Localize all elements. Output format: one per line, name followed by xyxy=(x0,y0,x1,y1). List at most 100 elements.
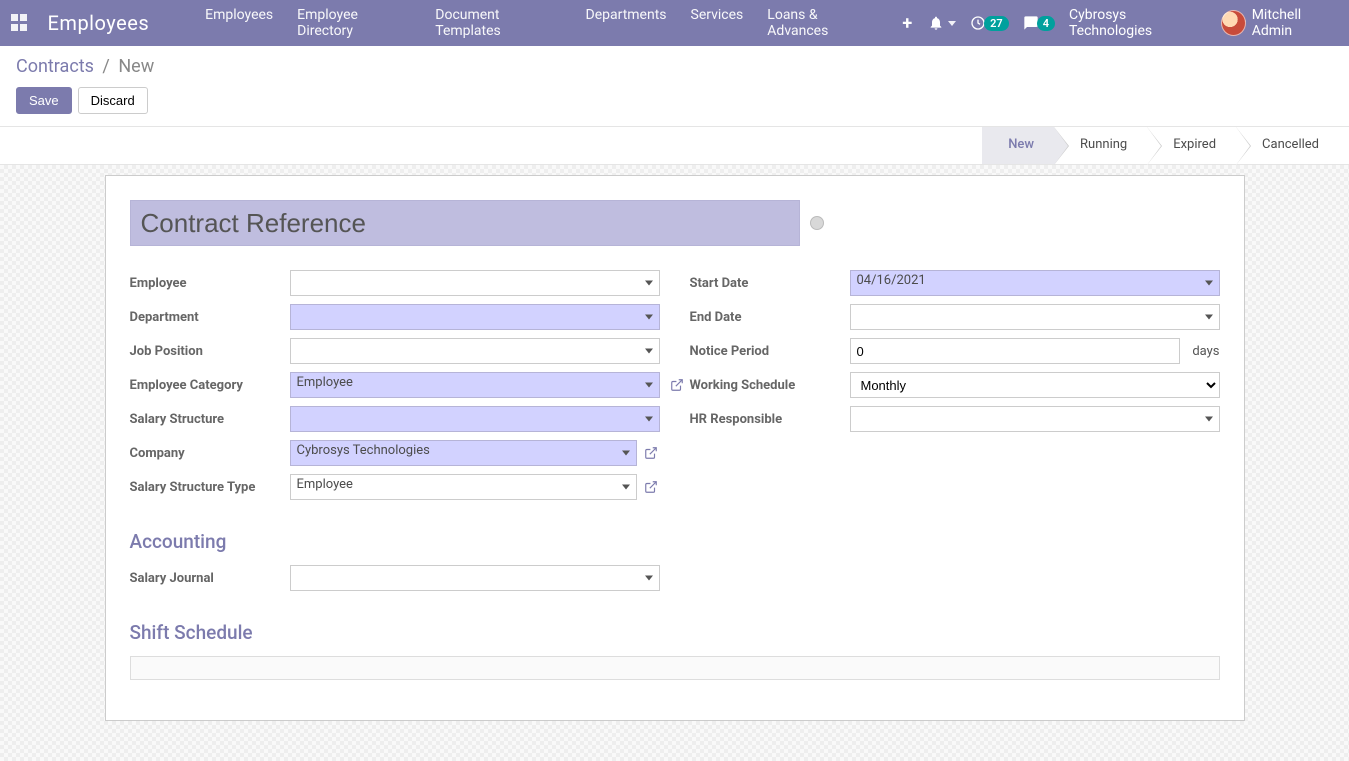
chevron-down-icon xyxy=(645,315,653,320)
field-working-schedule: Working Schedule Monthly xyxy=(690,372,1220,398)
end-date-label: End Date xyxy=(690,310,850,325)
salary-structure-type-value: Employee xyxy=(297,477,353,492)
company-dropdown[interactable]: Cybrosys Technologies xyxy=(290,440,637,466)
user-menu[interactable]: Mitchell Admin xyxy=(1221,7,1341,39)
chevron-down-icon xyxy=(645,281,653,286)
form-main-row: Employee Department xyxy=(130,270,1220,508)
activity-badge: 27 xyxy=(984,16,1009,31)
notice-period-label: Notice Period xyxy=(690,344,850,359)
chevron-down-icon xyxy=(645,417,653,422)
end-date-input[interactable] xyxy=(850,304,1220,330)
main-navbar: Employees Employees Employee Directory D… xyxy=(0,0,1349,46)
chevron-down-icon xyxy=(1205,315,1213,320)
nav-right: 27 4 Cybrosys Technologies Mitchell Admi… xyxy=(928,7,1341,39)
department-dropdown[interactable] xyxy=(290,304,660,330)
hr-responsible-dropdown[interactable] xyxy=(850,406,1220,432)
nav-link-departments[interactable]: Departments xyxy=(576,1,677,45)
employee-category-label: Employee Category xyxy=(130,378,290,393)
nav-links: Employees Employee Directory Document Te… xyxy=(195,1,886,45)
status-step-cancelled[interactable]: Cancelled xyxy=(1236,127,1339,164)
chevron-down-icon xyxy=(948,21,956,26)
employee-dropdown[interactable] xyxy=(290,270,660,296)
field-company: Company Cybrosys Technologies xyxy=(130,440,660,466)
nav-add-icon[interactable]: + xyxy=(892,13,922,34)
field-salary-structure-type: Salary Structure Type Employee xyxy=(130,474,660,500)
nav-link-loans[interactable]: Loans & Advances xyxy=(757,1,886,45)
salary-journal-label: Salary Journal xyxy=(130,571,290,586)
start-date-value: 04/16/2021 xyxy=(857,273,926,288)
chevron-down-icon xyxy=(645,383,653,388)
field-employee: Employee xyxy=(130,270,660,296)
breadcrumb-root[interactable]: Contracts xyxy=(16,56,94,77)
employee-category-dropdown[interactable]: Employee xyxy=(290,372,660,398)
breadcrumb-current: New xyxy=(118,56,154,77)
job-position-label: Job Position xyxy=(130,344,290,359)
notice-period-input[interactable] xyxy=(850,338,1181,364)
field-start-date: Start Date 04/16/2021 xyxy=(690,270,1220,296)
action-buttons: Save Discard xyxy=(16,87,1333,114)
contract-reference-input[interactable] xyxy=(130,200,800,246)
save-button[interactable]: Save xyxy=(16,87,72,114)
sheet-background: Employee Department xyxy=(0,165,1349,761)
status-step-new[interactable]: New xyxy=(982,127,1054,164)
shift-schedule-table[interactable] xyxy=(130,656,1220,680)
user-name: Mitchell Admin xyxy=(1252,7,1341,39)
activity-icon[interactable]: 27 xyxy=(970,15,1009,31)
form-col-right: Start Date 04/16/2021 End Date xyxy=(690,270,1220,508)
title-row xyxy=(130,200,1220,246)
field-job-position: Job Position xyxy=(130,338,660,364)
statusbar: New Running Expired Cancelled xyxy=(0,127,1349,165)
department-label: Department xyxy=(130,310,290,325)
section-title-accounting: Accounting xyxy=(130,530,1220,553)
discuss-icon[interactable]: 4 xyxy=(1023,15,1055,31)
employee-category-value: Employee xyxy=(297,375,353,390)
chevron-down-icon xyxy=(622,485,630,490)
chevron-down-icon xyxy=(1205,417,1213,422)
breadcrumb-sep: / xyxy=(102,56,109,77)
notifications-icon[interactable] xyxy=(928,15,956,31)
field-department: Department xyxy=(130,304,660,330)
job-position-dropdown[interactable] xyxy=(290,338,660,364)
employee-label: Employee xyxy=(130,276,290,291)
working-schedule-select[interactable]: Monthly xyxy=(850,372,1220,398)
nav-link-doc-templates[interactable]: Document Templates xyxy=(425,1,571,45)
chevron-down-icon xyxy=(645,349,653,354)
avatar xyxy=(1221,10,1246,36)
chevron-down-icon xyxy=(1205,281,1213,286)
company-value: Cybrosys Technologies xyxy=(297,443,430,458)
field-notice-period: Notice Period days xyxy=(690,338,1220,364)
section-title-shift: Shift Schedule xyxy=(130,621,1220,644)
control-bar: Contracts / New Save Discard xyxy=(0,46,1349,127)
field-end-date: End Date xyxy=(690,304,1220,330)
salary-journal-dropdown[interactable] xyxy=(290,565,660,591)
notice-period-suffix: days xyxy=(1192,344,1219,359)
external-link-icon[interactable] xyxy=(643,444,660,462)
salary-structure-type-dropdown[interactable]: Employee xyxy=(290,474,637,500)
nav-link-directory[interactable]: Employee Directory xyxy=(287,1,421,45)
nav-link-services[interactable]: Services xyxy=(681,1,754,45)
field-salary-structure: Salary Structure xyxy=(130,406,660,432)
discard-button[interactable]: Discard xyxy=(78,87,148,114)
field-hr-responsible: HR Responsible xyxy=(690,406,1220,432)
working-schedule-label: Working Schedule xyxy=(690,378,850,393)
form-sheet: Employee Department xyxy=(105,175,1245,721)
chevron-down-icon xyxy=(645,576,653,581)
external-link-icon[interactable] xyxy=(668,376,686,394)
salary-structure-label: Salary Structure xyxy=(130,412,290,427)
hr-responsible-label: HR Responsible xyxy=(690,412,850,427)
salary-structure-dropdown[interactable] xyxy=(290,406,660,432)
discuss-badge: 4 xyxy=(1037,16,1055,31)
form-col-left: Employee Department xyxy=(130,270,660,508)
field-salary-journal: Salary Journal xyxy=(130,565,660,591)
field-employee-category: Employee Category Employee xyxy=(130,372,660,398)
nav-link-employees[interactable]: Employees xyxy=(195,1,283,45)
external-link-icon[interactable] xyxy=(643,478,660,496)
accounting-row: Salary Journal xyxy=(130,565,1220,599)
chevron-down-icon xyxy=(622,451,630,456)
kanban-color-dot[interactable] xyxy=(810,216,824,230)
start-date-input[interactable]: 04/16/2021 xyxy=(850,270,1220,296)
apps-icon[interactable] xyxy=(8,11,32,35)
company-switcher[interactable]: Cybrosys Technologies xyxy=(1069,7,1207,39)
company-label: Company xyxy=(130,446,290,461)
app-brand: Employees xyxy=(48,11,150,35)
